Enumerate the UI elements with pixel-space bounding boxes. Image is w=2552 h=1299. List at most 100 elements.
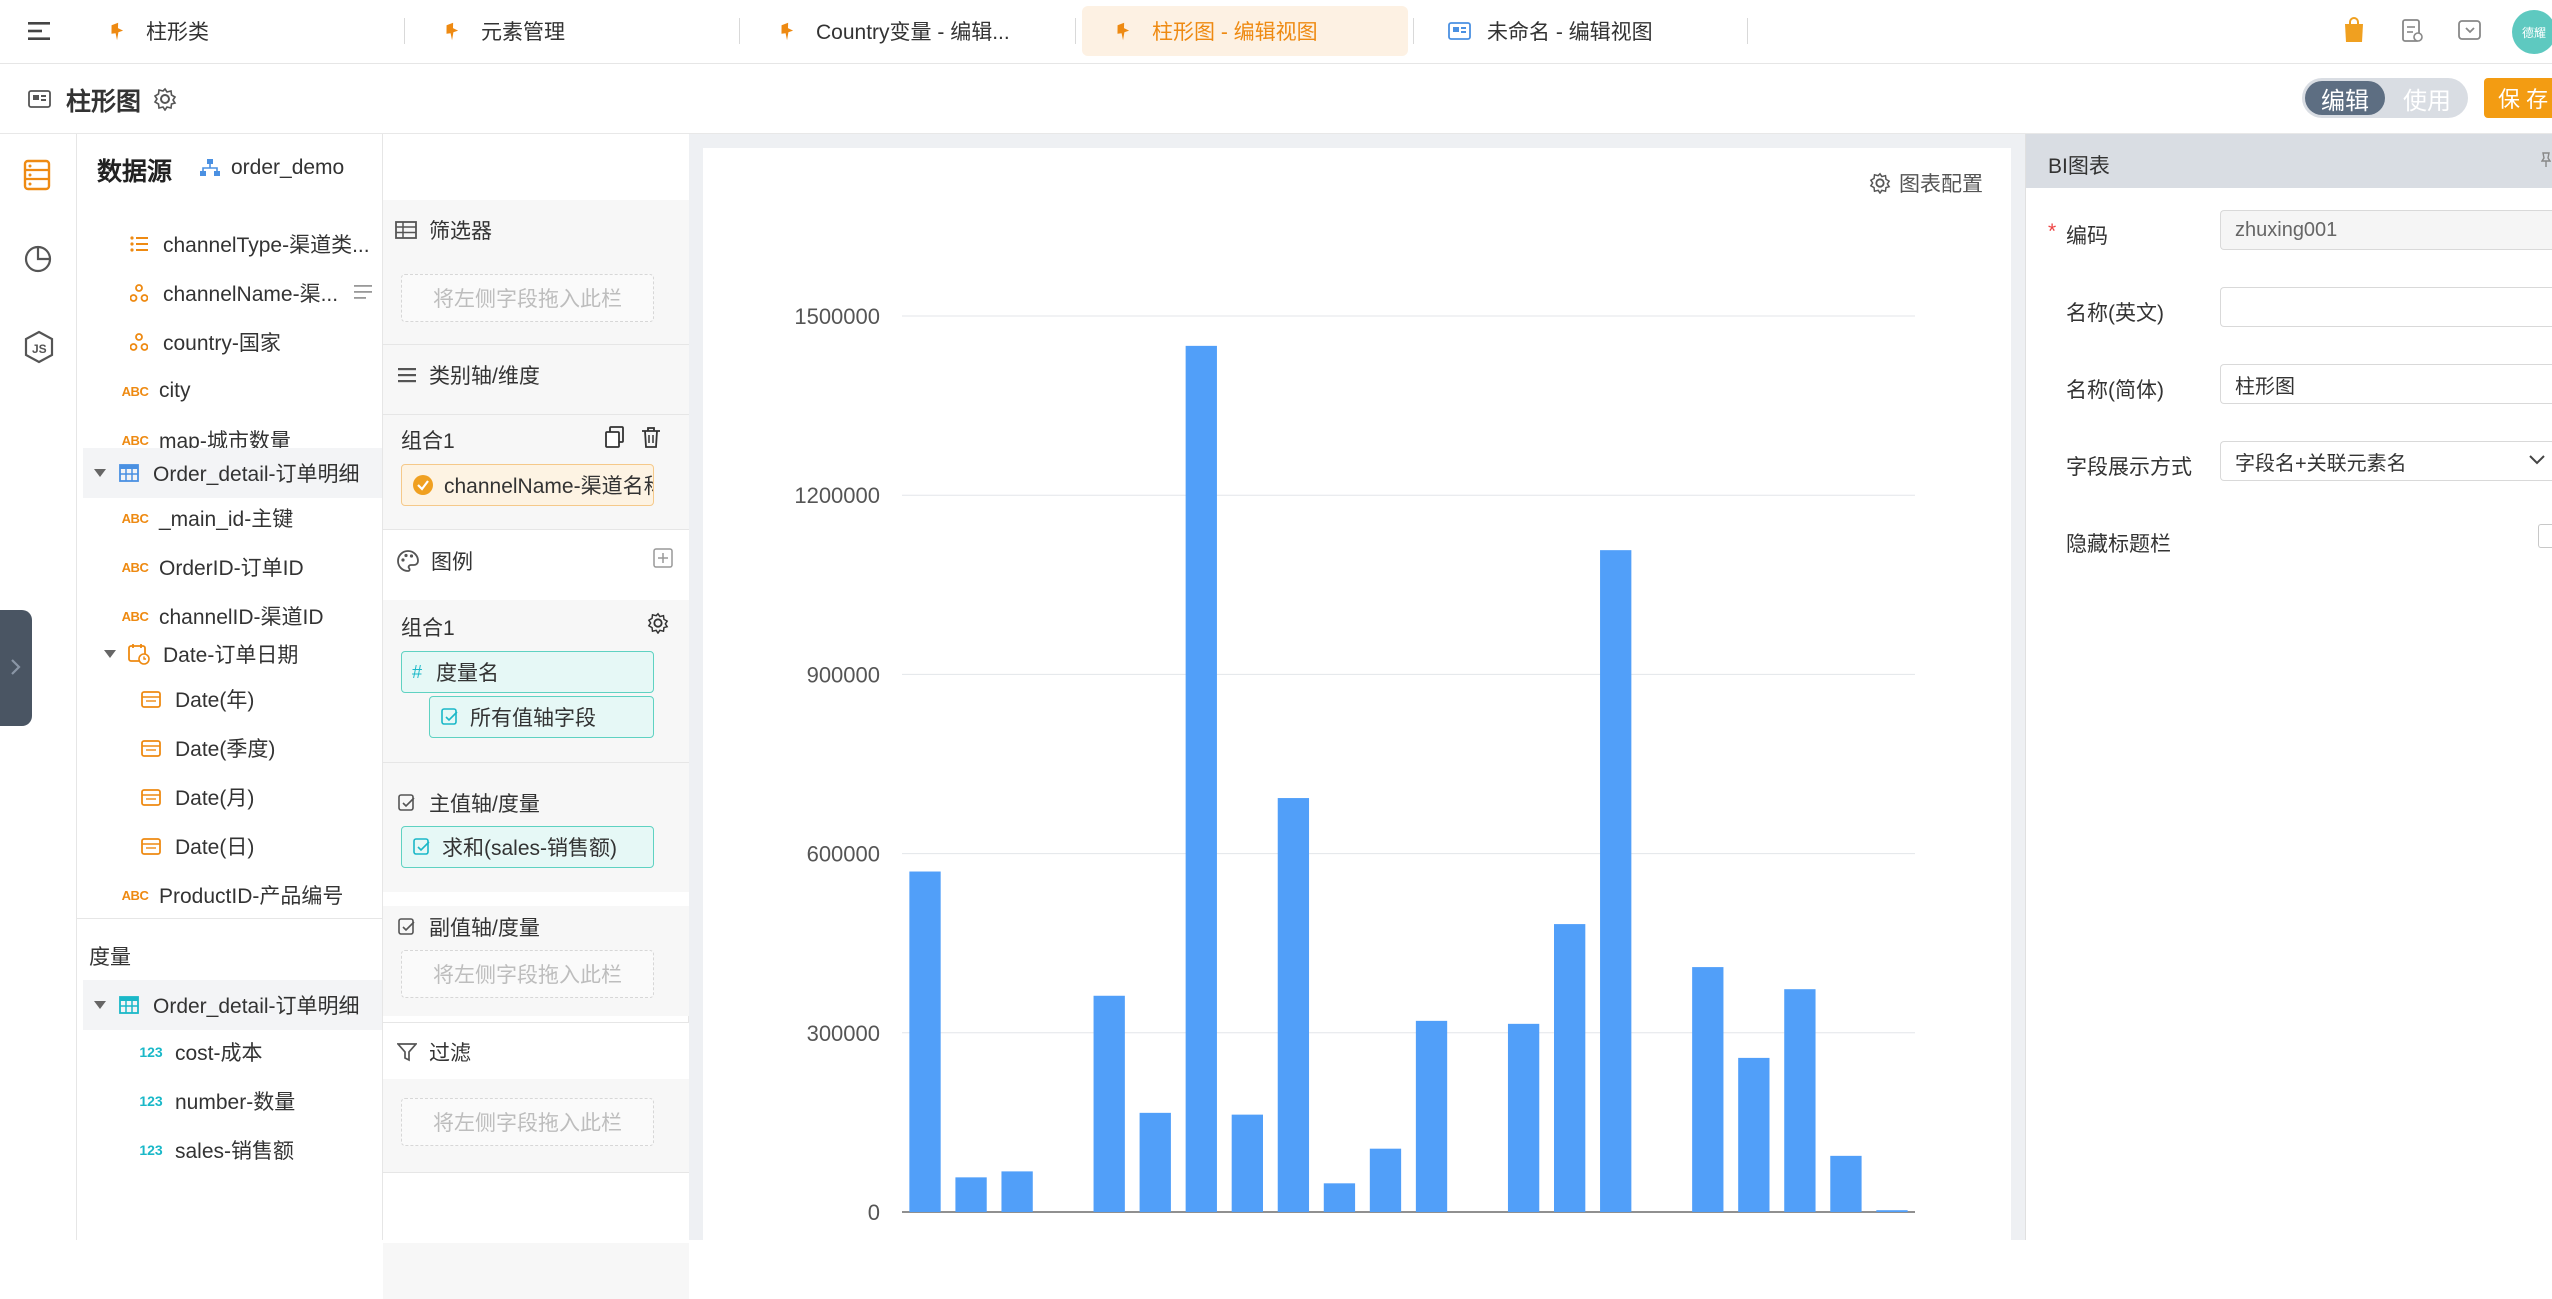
category-chip[interactable]: channelName-渠道名称 — [401, 464, 654, 506]
field-item[interactable]: channelName-渠... — [127, 273, 382, 313]
hide-title-checkbox[interactable] — [2538, 524, 2552, 548]
pin-icon[interactable] — [2541, 152, 2551, 168]
trash-icon[interactable] — [641, 426, 661, 448]
legend-section-head: 图例 — [397, 546, 473, 576]
chart-bar[interactable] — [1139, 1112, 1171, 1212]
mode-toggle[interactable]: 编辑 使用 — [2302, 78, 2468, 118]
measure-field-item[interactable]: 123 number-数量 — [139, 1081, 295, 1121]
chart-bar[interactable] — [1784, 989, 1816, 1212]
legend-all-values-chip[interactable]: 所有值轴字段 — [429, 696, 654, 738]
chart-bar[interactable] — [1738, 1057, 1770, 1212]
measure-field-item[interactable]: 123 cost-成本 — [139, 1032, 262, 1072]
legend-measure-name-chip[interactable]: # 度量名 — [401, 651, 654, 693]
chart-bar[interactable] — [1369, 1148, 1402, 1212]
chart-bar[interactable] — [1876, 1210, 1908, 1212]
page-title: 柱形图 — [66, 88, 142, 116]
chart-bar[interactable] — [909, 871, 941, 1212]
tab-bar-chart-edit-view[interactable]: 柱形图 - 编辑视图 — [1082, 6, 1408, 56]
chart-bar[interactable] — [1507, 1023, 1540, 1212]
properties-panel: BI图表 * 编码 zhuxing001 名称(英文) 名称(简体) 柱形图 字… — [2025, 134, 2552, 1240]
inbox-icon[interactable] — [2457, 18, 2483, 42]
chart-bar[interactable] — [1692, 967, 1724, 1212]
name-cn-input[interactable]: 柱形图 — [2220, 364, 2552, 404]
field-item[interactable]: ABC ProductID-产品编号 — [122, 875, 344, 915]
field-label: Date(月) — [175, 787, 255, 810]
date-field-item[interactable]: Date(月) — [139, 777, 254, 817]
tab-label: 元素管理 — [481, 21, 565, 44]
date-field-item[interactable]: Date(季度) — [139, 728, 275, 768]
date-field-item[interactable]: Date(年) — [139, 679, 254, 719]
copy-icon[interactable] — [605, 426, 625, 448]
chart-bar[interactable] — [1830, 1155, 1862, 1212]
group-label: 组合1 — [401, 430, 455, 453]
filter-drop-zone-2[interactable]: 将左侧字段拖入此栏 — [401, 1098, 654, 1146]
field-item[interactable]: ABC channelID-渠道ID — [121, 596, 324, 636]
tab-label: 柱形图 - 编辑视图 — [1152, 21, 1318, 44]
field-panel: 数据源 order_demo channelType-渠道类... channe… — [77, 134, 383, 1240]
main-axis-chip[interactable]: 求和(sales-销售额) — [401, 826, 654, 868]
chart-bar[interactable] — [1231, 1114, 1263, 1212]
datasource-icon[interactable] — [22, 158, 52, 192]
y-tick-label: 900000 — [807, 662, 880, 687]
document-icon[interactable] — [2400, 18, 2424, 44]
datasource-label: 数据源 — [97, 158, 173, 186]
chart-bar[interactable] — [1554, 924, 1586, 1212]
field-item[interactable]: country-国家 — [127, 322, 281, 362]
chart-bar[interactable] — [1277, 798, 1310, 1212]
chart-bar[interactable] — [1323, 1183, 1356, 1212]
props-title: BI图表 — [2048, 155, 2110, 178]
code-input[interactable]: zhuxing001 — [2220, 210, 2552, 250]
calendar-icon — [139, 834, 163, 858]
filter-drop-zone[interactable]: 将左侧字段拖入此栏 — [401, 274, 654, 322]
mode-use-button[interactable]: 使用 — [2388, 81, 2466, 115]
menu-icon[interactable] — [28, 20, 54, 42]
chart-bar[interactable] — [1600, 550, 1632, 1212]
abc-icon: ABC — [121, 608, 149, 624]
field-item[interactable]: ABC _main_id-主键 — [122, 498, 294, 538]
add-box-icon[interactable] — [653, 548, 673, 568]
js-script-icon[interactable]: JS — [23, 330, 55, 364]
field-label: channelName-渠... — [163, 283, 339, 306]
save-button[interactable]: 保 存 — [2484, 78, 2552, 118]
tab-untitled-edit-view[interactable]: 未命名 - 编辑视图 — [1447, 6, 1747, 56]
filter-section-head: 筛选器 — [395, 215, 492, 245]
chart-bar[interactable] — [1185, 345, 1217, 1212]
avatar[interactable]: 德耀 — [2512, 10, 2552, 54]
mode-edit-button[interactable]: 编辑 — [2305, 81, 2385, 115]
sub-axis-drop-zone[interactable]: 将左侧字段拖入此栏 — [401, 950, 654, 998]
measure-group-header[interactable]: Order_detail-订单明细 — [93, 985, 360, 1025]
chart-bar[interactable] — [955, 1177, 987, 1212]
chip-label: channelName-渠道名称 — [444, 475, 654, 498]
field-mode-select[interactable]: 字段名+关联元素名 — [2220, 441, 2552, 481]
tab-label: 未命名 - 编辑视图 — [1487, 21, 1653, 44]
calendar-icon — [139, 785, 163, 809]
chevron-right-icon — [11, 659, 21, 675]
datasource-selector[interactable]: order_demo — [199, 156, 344, 180]
caret-down-icon — [93, 1000, 107, 1010]
name-en-input[interactable] — [2220, 287, 2552, 327]
field-item[interactable]: ABC OrderID-订单ID — [122, 547, 304, 587]
number-icon: 123 — [139, 1142, 163, 1158]
date-field-item[interactable]: Date(日) — [139, 826, 254, 866]
field-item[interactable]: ABC city — [122, 371, 191, 411]
chart-bar[interactable] — [1093, 995, 1125, 1212]
tab-country-variable[interactable]: Country变量 - 编辑... — [776, 6, 1066, 56]
settings-gear-icon[interactable] — [153, 87, 177, 111]
table-icon — [117, 461, 141, 485]
date-group-header[interactable]: Date-订单日期 — [103, 634, 298, 674]
field-item[interactable]: channelType-渠道类... — [127, 224, 370, 264]
chart-bar[interactable] — [1415, 1020, 1448, 1212]
tab-bar-chart-category[interactable]: 柱形类 — [106, 6, 406, 56]
pie-chart-icon[interactable] — [23, 244, 53, 274]
chart-bar[interactable] — [1001, 1171, 1033, 1212]
side-collapse-handle[interactable] — [0, 610, 32, 726]
measure-field-item[interactable]: 123 sales-销售额 — [139, 1130, 294, 1170]
settings-gear-icon[interactable] — [647, 612, 669, 634]
group-header[interactable]: Order_detail-订单明细 — [93, 453, 360, 493]
field-label: channelType-渠道类... — [163, 234, 370, 257]
drag-handle-icon[interactable] — [353, 283, 373, 301]
shop-bag-icon[interactable] — [2342, 16, 2366, 44]
tab-element-management[interactable]: 元素管理 — [441, 6, 731, 56]
hierarchy-icon — [127, 330, 151, 354]
pin-icon — [776, 18, 802, 44]
